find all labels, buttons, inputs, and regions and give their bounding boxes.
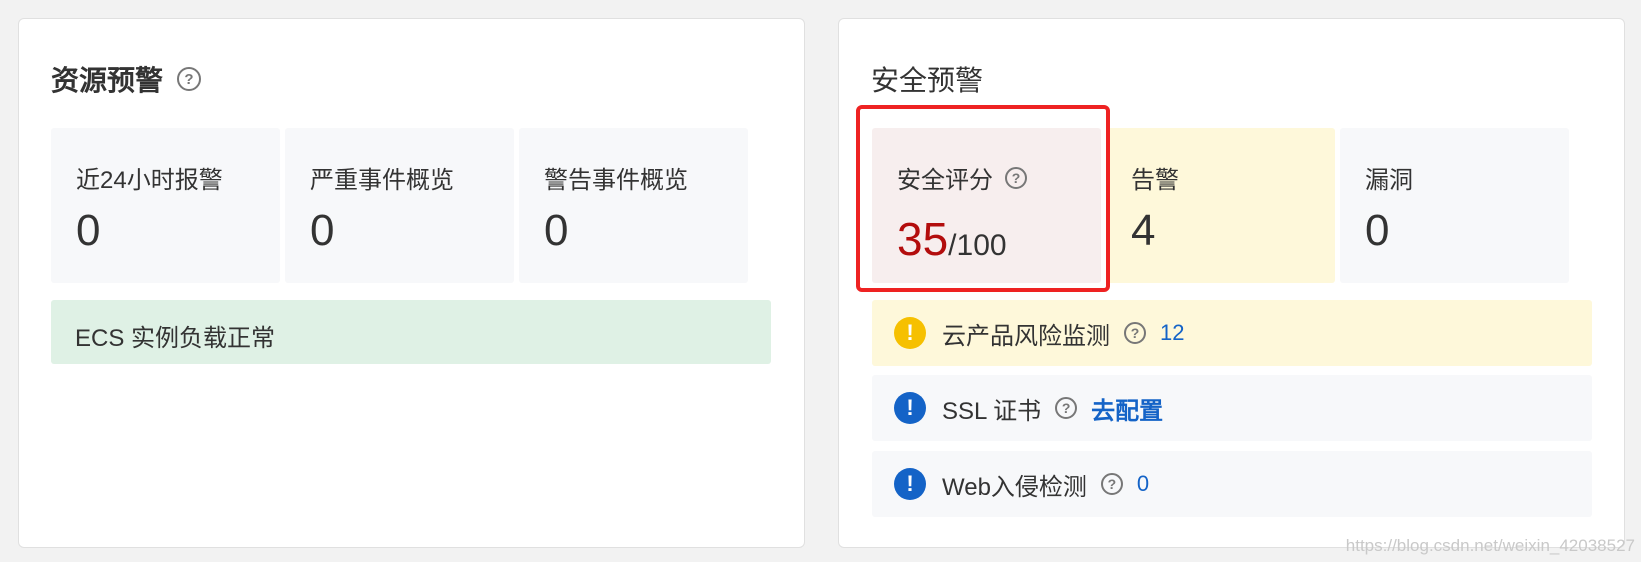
stat-value: 0 [310,206,335,255]
vulnerabilities-label: 漏洞 [1365,167,1413,194]
stat-warning-events[interactable]: 警告事件概览 0 [519,128,748,283]
ssl-cert-label: SSL 证书 [942,397,1042,425]
resource-warning-card: 资源预警 ? 近24小时报警 0 严重事件概览 0 警告事件概览 0 ECS 实… [18,18,805,548]
stat-critical-events[interactable]: 严重事件概览 0 [285,128,514,283]
stat-label: 近24小时报警 [76,167,223,194]
alerts-tile[interactable]: 告警 4 [1106,128,1335,283]
alerts-value: 4 [1131,206,1156,255]
stat-24h-alarms[interactable]: 近24小时报警 0 [51,128,280,283]
cloud-risk-label: 云产品风险监测 [942,322,1110,350]
stat-label: 严重事件概览 [310,167,454,194]
cloud-risk-count[interactable]: 12 [1160,320,1184,346]
watermark: https://blog.csdn.net/weixin_42038527 [1345,536,1635,555]
vulnerabilities-value: 0 [1365,206,1390,255]
question-icon[interactable]: ? [1100,473,1123,495]
question-icon[interactable]: ? [1124,322,1146,344]
security-warning-title: 安全预警 [871,65,984,96]
configure-link[interactable]: 去配置 [1091,391,1163,426]
warning-icon: ! [894,317,926,349]
alerts-label: 告警 [1131,167,1179,194]
web-intrusion-row[interactable]: ! Web入侵检测 ? 0 [872,451,1592,517]
stat-value: 0 [76,206,101,255]
question-icon[interactable]: ? [177,67,202,91]
stat-value: 0 [544,206,569,255]
security-warning-card: 安全预警 安全评分 ? 35 /100 告警 4 漏洞 0 ! 云产品风险监测 … [838,18,1625,548]
info-icon: ! [894,468,926,500]
question-icon[interactable]: ? [1055,397,1078,419]
web-intrusion-count[interactable]: 0 [1137,471,1149,497]
resource-warning-title-text: 资源预警 [51,65,164,96]
resource-warning-title: 资源预警 ? [51,59,202,99]
cloud-risk-row[interactable]: ! 云产品风险监测 ? 12 [872,300,1592,366]
vulnerabilities-tile[interactable]: 漏洞 0 [1340,128,1569,283]
ssl-cert-row: ! SSL 证书 ? 去配置 [872,375,1592,441]
web-intrusion-label: Web入侵检测 [942,473,1087,501]
score-highlight-frame [856,105,1110,292]
stat-label: 警告事件概览 [544,167,688,194]
ecs-status-text: ECS 实例负载正常 [75,325,276,352]
info-icon: ! [894,392,926,424]
ecs-status-banner: ECS 实例负载正常 [51,300,771,364]
